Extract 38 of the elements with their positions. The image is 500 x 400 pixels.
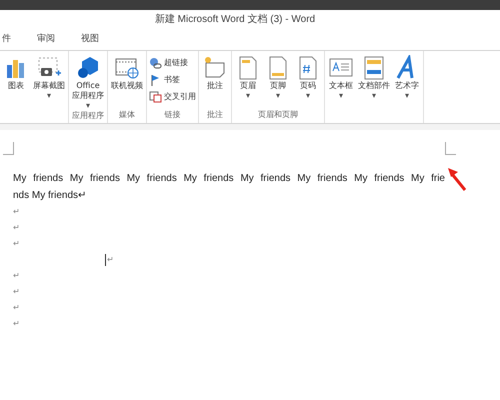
ribbon-button[interactable]: Office 应用程序 ▾ [71, 55, 105, 110]
ribbon-button[interactable]: 批注 [201, 55, 229, 109]
pointer-arrow [445, 166, 469, 192]
ribbon-button[interactable]: 图表 [2, 55, 30, 109]
window-title: 新建 Microsoft Word 文档 (3) - Word [154, 12, 316, 26]
ribbon-button[interactable]: 页眉 ▾ [234, 55, 262, 109]
text-line: My friends My friends My friends My friends My friends My friends My friends My frie [13, 172, 445, 186]
ribbon-tab[interactable]: 审阅 [35, 30, 57, 48]
text-cursor [105, 254, 106, 266]
ribbon-button[interactable]: 联机视频 [110, 55, 144, 109]
ribbon-tab[interactable]: 视图 [79, 30, 101, 48]
ribbon-tab[interactable]: 件 [0, 30, 13, 48]
ribbon-button[interactable]: 页码 ▾ [294, 55, 322, 109]
group-label: 链接 [164, 109, 182, 121]
ribbon-button[interactable]: 艺术字 ▾ [393, 55, 421, 109]
group-label: 媒体 [118, 109, 136, 121]
paragraph-mark: ↵ [13, 270, 20, 282]
ribbon-button[interactable]: 超链接 [149, 55, 196, 70]
ribbon-button[interactable]: 书签 [149, 72, 196, 87]
ribbon-button[interactable]: 文本框 ▾ [327, 55, 355, 109]
cross-reference-icon [149, 90, 162, 102]
chain-globe-icon [149, 56, 162, 68]
group-label: 页眉和页脚 [257, 109, 299, 121]
hexagon-icon [75, 55, 101, 81]
ribbon-button[interactable]: 屏幕截图 ▾ [32, 55, 66, 109]
group-label: 应用程序 [71, 110, 105, 122]
paragraph-mark: ↵ [13, 318, 20, 330]
paragraph-mark: ↵ [13, 302, 20, 314]
ribbon-button[interactable]: 页脚 ▾ [264, 55, 292, 109]
paragraph-mark: ↵ [13, 222, 20, 234]
ribbon-button[interactable]: 文档部件 ▾ [357, 55, 391, 109]
paragraph-mark: ↵ [13, 206, 20, 218]
group-label: 批注 [206, 109, 224, 121]
text-line: nds My friends↵ [13, 189, 88, 203]
paragraph-mark: ↵ [13, 286, 20, 298]
paragraph-mark: ↵ [107, 254, 114, 266]
paragraph-mark: ↵ [13, 238, 20, 250]
ribbon-button[interactable]: 交叉引用 [149, 89, 196, 104]
